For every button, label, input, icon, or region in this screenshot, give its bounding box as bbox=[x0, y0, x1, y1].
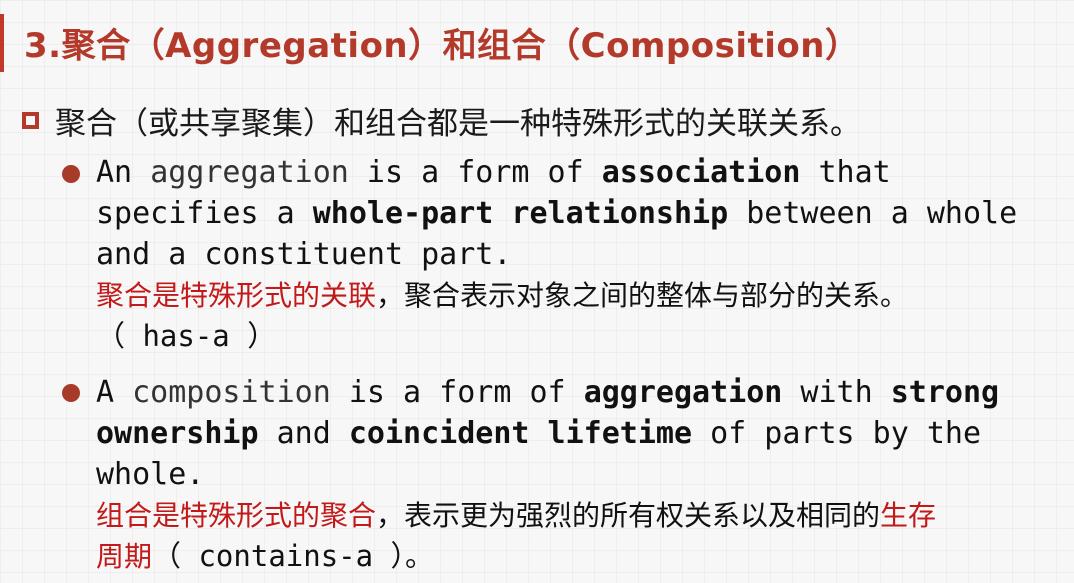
cn-text: ，聚合表示对象之间的整体与部分的关系。 bbox=[376, 279, 909, 312]
text-segment: A bbox=[96, 375, 133, 410]
round-bullet-icon bbox=[62, 165, 80, 183]
composition-block: A composition is a form of aggregation w… bbox=[96, 372, 999, 577]
text-segment: that bbox=[800, 155, 891, 190]
slide-title-bar: 3.聚合（Aggregation）和组合（Composition） bbox=[0, 14, 1074, 72]
composition-line-3: whole. bbox=[96, 457, 205, 492]
cn-red-text: 生存 bbox=[880, 499, 937, 532]
term-coincident-lifetime: coincident lifetime bbox=[348, 416, 693, 451]
text-segment: is a form of bbox=[330, 375, 584, 410]
aggregation-line-2: specifies a whole-part relationship betw… bbox=[96, 193, 1017, 234]
term-ownership: ownership bbox=[96, 416, 259, 451]
intro-text: 聚合（或共享聚集）和组合都是一种特殊形式的关联关系。 bbox=[55, 105, 861, 142]
term-whole-part: whole-part relationship bbox=[312, 196, 729, 231]
contains-a-text: （ contains-a ）。 bbox=[152, 539, 435, 573]
composition-line-1: A composition is a form of aggregation w… bbox=[96, 372, 999, 413]
text-segment: and bbox=[258, 416, 349, 451]
text-segment: of parts by the bbox=[692, 416, 982, 451]
intro-line: 聚合（或共享聚集）和组合都是一种特殊形式的关联关系。 bbox=[22, 98, 861, 142]
text-segment: is a form of bbox=[348, 155, 602, 190]
aggregation-block: An aggregation is a form of association … bbox=[96, 152, 1017, 357]
cn-text: ，表示更为强烈的所有权关系以及相同的 bbox=[376, 499, 881, 532]
term-strong: strong bbox=[890, 375, 1000, 410]
text-segment: between a whole bbox=[728, 196, 1018, 231]
has-a-line: （ has-a ） bbox=[96, 319, 277, 353]
composition-cn-line: 组合是特殊形式的聚合，表示更为强烈的所有权关系以及相同的生存 bbox=[96, 495, 999, 536]
round-bullet-icon bbox=[62, 384, 80, 402]
slide-title: 3.聚合（Aggregation）和组合（Composition） bbox=[24, 26, 860, 66]
cn-red-text: 组合是特殊形式的聚合 bbox=[96, 499, 377, 532]
term-association: association bbox=[601, 155, 801, 190]
term-composition: composition bbox=[132, 375, 331, 410]
composition-cn-line-2: 周期（ contains-a ）。 bbox=[96, 536, 999, 577]
square-bullet-icon bbox=[22, 111, 39, 129]
aggregation-line-3: and a constituent part. bbox=[96, 237, 512, 272]
cn-red-text: 聚合是特殊形式的关联 bbox=[96, 279, 377, 312]
term-aggregation: aggregation bbox=[150, 155, 349, 190]
composition-line-2: ownership and coincident lifetime of par… bbox=[96, 413, 999, 454]
text-segment: specifies a bbox=[96, 196, 313, 231]
text-segment: with bbox=[782, 375, 891, 410]
cn-red-text: 周期 bbox=[96, 540, 153, 573]
aggregation-cn-line: 聚合是特殊形式的关联，聚合表示对象之间的整体与部分的关系。 bbox=[96, 275, 1017, 316]
text-segment: An bbox=[96, 155, 151, 190]
term-aggregation: aggregation bbox=[583, 375, 783, 410]
aggregation-line-1: An aggregation is a form of association … bbox=[96, 152, 1017, 193]
title-accent-bar bbox=[0, 14, 4, 72]
